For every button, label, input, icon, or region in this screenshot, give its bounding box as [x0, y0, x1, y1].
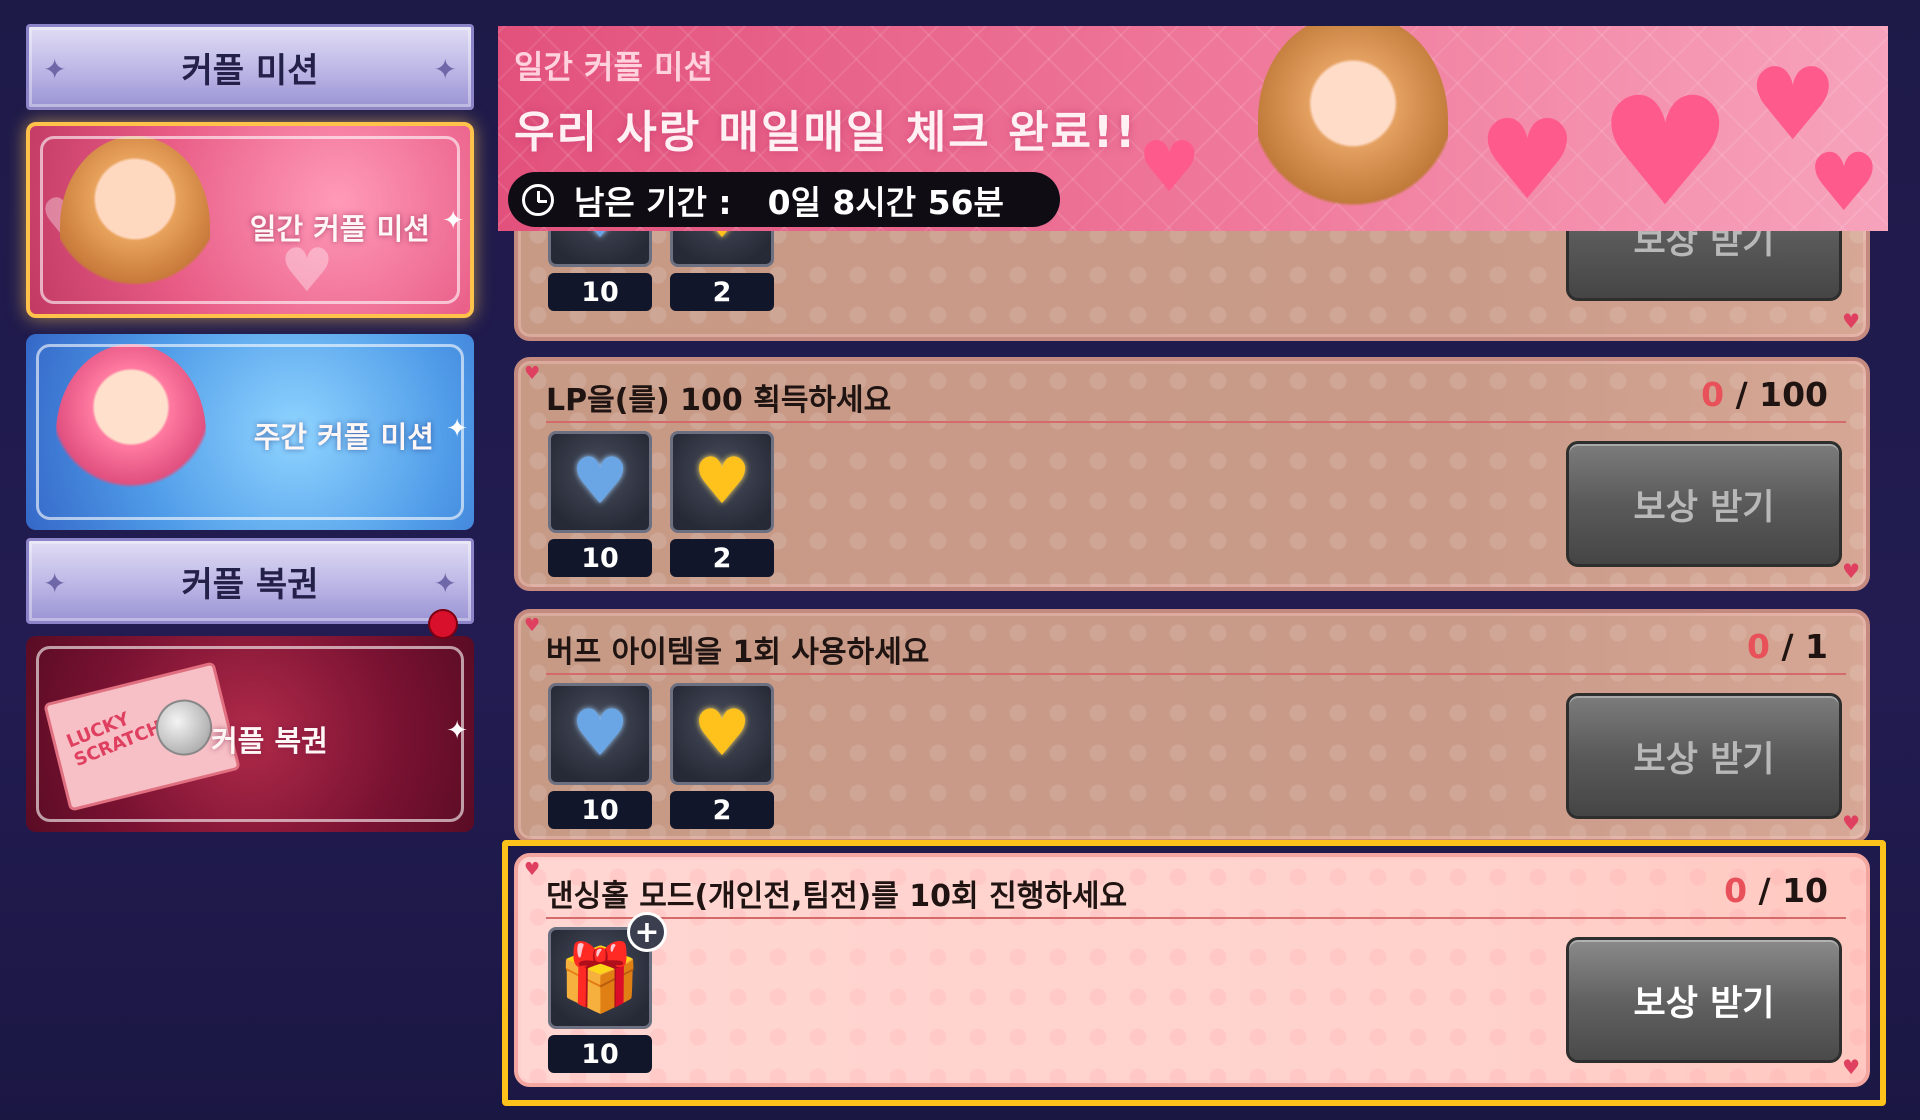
timer-label: 남은 기간 :: [574, 182, 732, 222]
lottery-card-label: 커플 복권: [211, 724, 328, 758]
progress-separator: /: [1770, 627, 1806, 666]
heart-decoration-icon: ♥: [1598, 66, 1733, 231]
heart-decoration-icon: ♥: [1138, 126, 1201, 208]
mission-item: ♥ LP을(를) 100 획득하세요 0 / 100 ♥ 10 ♥ 2 보상 받…: [514, 357, 1870, 591]
timer-value: 0일 8시간 56분: [767, 182, 1004, 222]
reward-item: ♥ 2: [670, 431, 774, 577]
progress-total: 100: [1759, 375, 1828, 414]
reward-icon-box: ♥: [548, 231, 652, 267]
sparkle-icon: ✦: [43, 567, 67, 600]
remaining-time: 남은 기간 : 0일 8시간 56분: [508, 172, 1060, 227]
heart-decoration-icon: ♥: [1478, 96, 1577, 224]
reward-count: 10: [548, 273, 652, 311]
sparkle-icon: ✦: [446, 414, 468, 444]
couple-lottery-header-label: 커플 복권: [181, 564, 319, 605]
claim-reward-button[interactable]: 보상 받기: [1566, 231, 1842, 301]
gold-heart-icon: ♥: [693, 697, 751, 771]
reward-count: 2: [670, 273, 774, 311]
weekly-card-label: 주간 커플 미션: [253, 420, 434, 454]
couple-mission-header-label: 커플 미션: [181, 50, 319, 91]
reward-icon-box: ♥: [670, 683, 774, 785]
blue-heart-icon: ♥: [571, 697, 629, 771]
reward-count: 10: [548, 791, 652, 829]
reward-count: 10: [548, 539, 652, 577]
mission-title: 버프 아이템을 1회 사용하세요: [546, 635, 930, 670]
banner-title: 우리 사랑 매일매일 체크 완료!!: [514, 107, 1138, 158]
daily-card-label: 일간 커플 미션: [249, 212, 430, 246]
reward-item: ♥ 10: [548, 431, 652, 577]
blue-heart-icon: ♥: [571, 445, 629, 519]
reward-count: 2: [670, 539, 774, 577]
couple-lottery-card[interactable]: LUCKY SCRATCH 커플 복권 ✦: [26, 636, 474, 832]
reward-icon-box: ♥: [548, 431, 652, 533]
heart-icon: ♥: [1842, 811, 1860, 835]
mission-item: ♥ 10 ♥ 2 보상 받기 ♥: [514, 231, 1870, 341]
mission-item: ♥ 버프 아이템을 1회 사용하세요 0 / 1 ♥ 10 ♥ 2 보상 받기 …: [514, 609, 1870, 843]
progress-current: 0: [1701, 375, 1725, 414]
sparkle-icon: ✦: [433, 567, 457, 600]
heart-decoration-icon: ♥: [1808, 136, 1880, 229]
banner-avatar: [1258, 26, 1448, 231]
notification-dot: [428, 609, 458, 639]
sparkle-icon: ✦: [442, 206, 464, 236]
reward-count: 2: [670, 791, 774, 829]
progress-separator: /: [1724, 375, 1760, 414]
progress-total: 1: [1805, 627, 1828, 666]
sparkle-icon: ✦: [43, 53, 67, 86]
mission-title: LP을(를) 100 획득하세요: [546, 383, 892, 418]
gold-heart-icon: ♥: [693, 231, 750, 248]
reward-icon-box: ♥: [670, 231, 774, 267]
reward-icon-box: ♥: [670, 431, 774, 533]
clock-icon: [522, 183, 554, 216]
blue-heart-icon: ♥: [571, 231, 628, 248]
divider: [546, 421, 1846, 423]
sparkle-icon: ✦: [433, 53, 457, 86]
selection-highlight: [502, 840, 1886, 1106]
reward-item: ♥ 2: [670, 231, 774, 311]
claim-reward-button[interactable]: 보상 받기: [1566, 441, 1842, 567]
mission-progress: 0 / 100: [1701, 375, 1828, 414]
divider: [546, 673, 1846, 675]
claim-reward-button[interactable]: 보상 받기: [1566, 693, 1842, 819]
banner-subtitle: 일간 커플 미션: [514, 48, 713, 86]
heart-icon: ♥: [1842, 559, 1860, 583]
sparkle-icon: ✦: [446, 716, 468, 746]
mission-banner: ♥ ♥ ♥ ♥ ♥ 일간 커플 미션 우리 사랑 매일매일 체크 완료!! 남은…: [498, 26, 1888, 231]
heart-icon: ♥: [524, 363, 541, 384]
weekly-couple-mission-card[interactable]: 주간 커플 미션 ✦: [26, 334, 474, 530]
mission-progress: 0 / 1: [1747, 627, 1828, 666]
couple-lottery-header: ✦ 커플 복권 ✦: [26, 538, 474, 624]
heart-icon: ♥: [1842, 309, 1860, 333]
reward-item: ♥ 10: [548, 231, 652, 311]
heart-icon: ♥: [524, 615, 541, 636]
couple-mission-header: ✦ 커플 미션 ✦: [26, 24, 474, 110]
reward-item: ♥ 10: [548, 683, 652, 829]
progress-current: 0: [1747, 627, 1770, 666]
gold-heart-icon: ♥: [693, 445, 751, 519]
daily-couple-mission-card[interactable]: ♥ ♥ 일간 커플 미션 ✦: [26, 122, 474, 318]
reward-item: ♥ 2: [670, 683, 774, 829]
reward-icon-box: ♥: [548, 683, 652, 785]
